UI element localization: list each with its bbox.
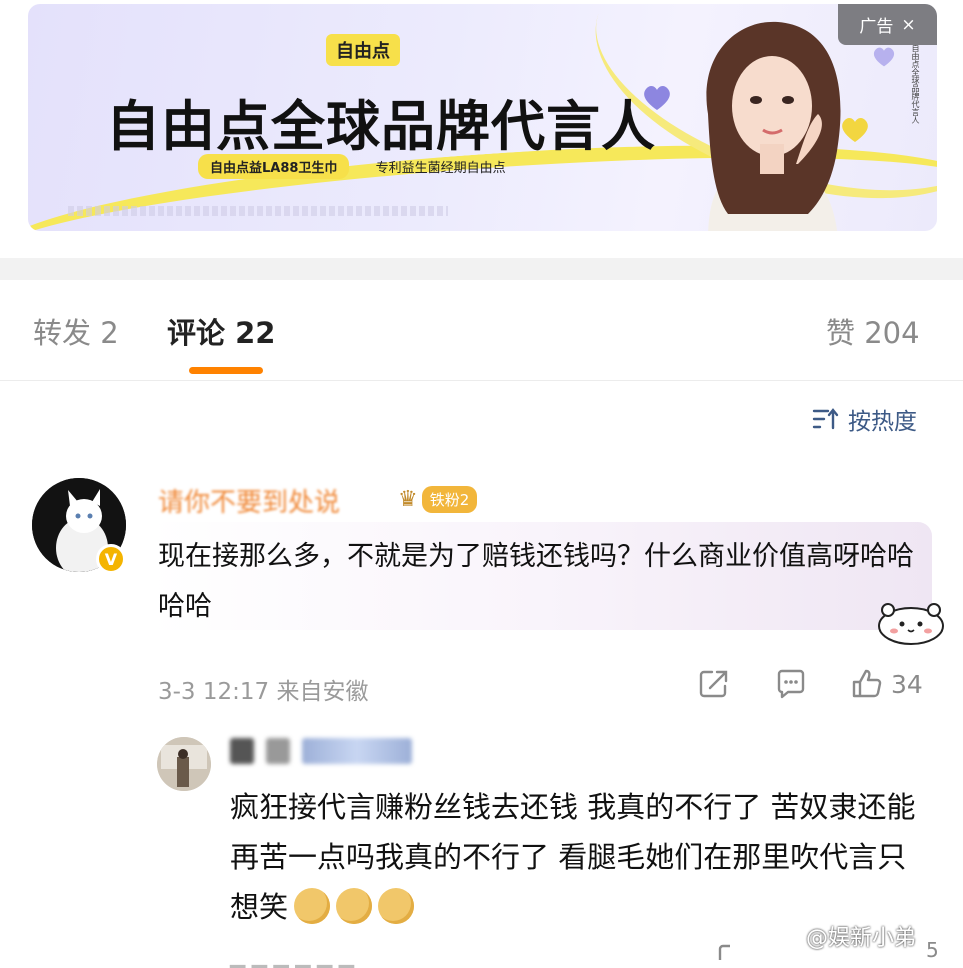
doge-emoji-icon	[336, 888, 373, 924]
reply-like-count: 5	[926, 938, 939, 962]
like-button[interactable]: 34	[851, 668, 923, 700]
section-divider	[0, 258, 963, 280]
fan-level: 铁粉2	[421, 485, 478, 513]
ad-tagline: 专利益生菌经期自由点	[375, 161, 506, 176]
verified-icon: V	[96, 544, 126, 574]
ad-banner[interactable]: 自由点 自由点全球品牌代言人 自由点益LA88卫生巾 专利益生菌经期自由点 自由…	[28, 4, 937, 231]
crown-icon: ♛	[398, 486, 418, 512]
reply-text: 疯狂接代言赚粉丝钱去还钱 我真的不行了 苦奴隶还能再苦一点吗我真的不行了 看腿毛…	[230, 782, 920, 932]
reply-share-button[interactable]	[718, 944, 748, 960]
tab-bar: 转发 2 评论 22 赞 204	[0, 280, 963, 381]
comment-icon	[777, 669, 805, 699]
ad-slogan: 自由点全球品牌代言人	[106, 95, 656, 158]
share-button[interactable]	[698, 668, 730, 700]
comment-username[interactable]: 请你不要到处说	[158, 482, 340, 519]
comment-text: 现在接那么多，不就是为了赔钱还钱吗？什么商业价值高呀哈哈哈哈	[158, 541, 914, 622]
sort-button[interactable]: 按热度	[812, 402, 917, 436]
tab-repost[interactable]: 转发 2	[33, 310, 119, 352]
tab-like[interactable]: 赞 204	[826, 310, 920, 352]
reply-avatar[interactable]	[157, 737, 211, 791]
share-icon	[718, 944, 730, 960]
fan-badge[interactable]: ♛ 铁粉2	[398, 484, 478, 514]
ad-product-pill: 自由点益LA88卫生巾	[198, 154, 350, 179]
share-icon	[699, 670, 728, 698]
tab-comment[interactable]: 评论 22	[167, 310, 275, 352]
sort-icon	[812, 408, 839, 430]
ad-fine-print	[68, 206, 448, 216]
close-icon[interactable]: ×	[901, 15, 915, 35]
doge-emoji-icon	[378, 888, 415, 924]
doge-emoji-icon	[294, 888, 331, 924]
reply-username-blur	[302, 738, 412, 764]
reply-avatar-image	[157, 737, 211, 791]
ad-vertical-caption: 自由点全球品牌代言人	[911, 44, 920, 124]
ad-spokesperson-image	[706, 21, 841, 231]
bear-sticker-icon	[878, 603, 944, 645]
watermark: @娱新小弟	[806, 926, 917, 951]
reply-username-blur	[230, 738, 254, 764]
like-count: 34	[891, 669, 923, 699]
reply-text-body: 疯狂接代言赚粉丝钱去还钱 我真的不行了 苦奴隶还能再苦一点吗我真的不行了 看腿毛…	[230, 790, 916, 924]
reply-username-blur	[266, 738, 290, 764]
ad-badge-label: 广告	[859, 17, 894, 37]
reply-meta-partial: ▁ ▁ ▁ ▁ ▁ ▁	[230, 944, 355, 968]
ad-subline: 自由点益LA88卫生巾 专利益生菌经期自由点	[198, 154, 506, 179]
sort-label: 按热度	[848, 409, 917, 435]
active-tab-indicator	[189, 367, 263, 374]
reply-username[interactable]	[230, 738, 412, 764]
ad-brand-logo: 自由点	[326, 34, 400, 66]
comment-meta: 3-3 12:17 来自安徽	[158, 679, 369, 705]
heart-icon	[873, 47, 895, 67]
reply-button[interactable]	[775, 668, 807, 700]
like-icon	[852, 669, 882, 698]
ad-badge[interactable]: 广告 ×	[838, 4, 937, 45]
